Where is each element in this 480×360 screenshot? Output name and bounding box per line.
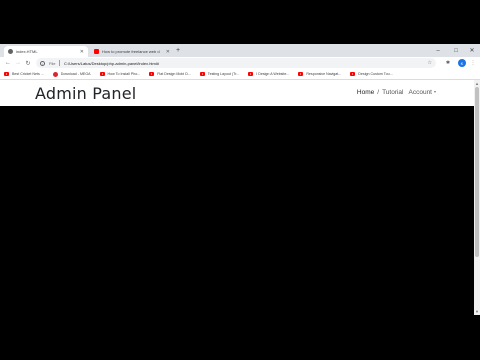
close-icon[interactable]: ✕ (166, 49, 170, 55)
scroll-thumb[interactable] (475, 87, 479, 257)
youtube-icon (298, 72, 304, 76)
bookmark-item[interactable]: Design Custom Tou... (350, 72, 393, 76)
menu-dots-icon[interactable]: ⋮ (469, 59, 477, 67)
bookmark-star-icon[interactable]: ☆ (428, 60, 432, 66)
globe-icon (8, 49, 13, 54)
bookmark-item[interactable]: Responsive Navigat... (298, 72, 341, 76)
caret-down-icon (434, 91, 436, 94)
bookmark-label: Flat Design Mobi D... (157, 72, 191, 76)
youtube-icon (94, 49, 99, 54)
browser-window: index.HTML ✕ How to promote freelance we… (0, 44, 480, 315)
bookmark-item[interactable]: Flat Design Mobi D... (149, 72, 191, 76)
info-icon[interactable]: i (40, 60, 45, 66)
brand-title[interactable]: Admin Panel (35, 84, 136, 103)
page-scrollbar[interactable]: ▲ ▼ (474, 80, 480, 315)
bookmark-label: I Design A Website... (256, 72, 290, 76)
divider (59, 60, 61, 66)
tab-index-html[interactable]: index.HTML ✕ (4, 46, 88, 57)
youtube-icon (149, 72, 155, 76)
youtube-icon (350, 72, 356, 76)
scroll-down-arrow-icon[interactable]: ▼ (475, 309, 479, 314)
reload-icon[interactable]: ↻ (23, 58, 33, 68)
bookmark-label: Download - MEGA (60, 72, 91, 76)
page-content: Admin Panel Home / Tutorial Account (0, 80, 474, 315)
close-window-button[interactable]: ✕ (463, 44, 480, 57)
youtube-icon (248, 72, 254, 76)
bookmark-label: Design Custom Tou... (358, 72, 393, 76)
nav-home-link[interactable]: Home (357, 89, 374, 96)
bookmark-item[interactable]: Download - MEGA (52, 71, 91, 77)
tab-title: index.HTML (16, 49, 38, 54)
nav-separator: / (377, 89, 380, 96)
bookmark-label: Testing Layout (Tr... (207, 72, 240, 76)
bookmarks-bar: Best Cricket Nets ... Download - MEGA Ho… (0, 69, 480, 80)
avatar[interactable]: K (458, 59, 466, 67)
back-arrow-icon[interactable]: ← (3, 58, 13, 68)
minimize-button[interactable]: – (429, 44, 447, 57)
nav-account-label: Account (408, 89, 433, 96)
nav-links: Home / Tutorial Account (354, 89, 436, 96)
url-scheme: File (49, 60, 56, 66)
mega-icon (52, 71, 58, 77)
bookmark-label: Best Cricket Nets ... (12, 72, 44, 76)
bookmark-label: Responsive Navigat... (306, 72, 342, 76)
bookmark-item[interactable]: Testing Layout (Tr... (199, 72, 240, 76)
new-tab-button[interactable]: + (176, 46, 180, 56)
bookmark-item[interactable]: How To Install Pho... (99, 72, 141, 76)
youtube-icon (199, 72, 205, 76)
bookmark-label: How To Install Pho... (107, 72, 141, 76)
youtube-icon (99, 72, 105, 76)
youtube-icon (4, 72, 9, 76)
tab-strip: index.HTML ✕ How to promote freelance we… (0, 44, 480, 57)
extensions-icon[interactable]: ✱ (444, 59, 452, 67)
site-navbar: Admin Panel Home / Tutorial Account (0, 80, 474, 106)
nav-account-dropdown[interactable]: Account (408, 89, 436, 96)
tab-how-to-promote[interactable]: How to promote freelance web d ✕ (90, 46, 174, 57)
tab-title: How to promote freelance web d (102, 49, 160, 54)
browser-toolbar: ← → ↻ i File C:/Users/Latus/Desktop/php-… (0, 57, 480, 69)
scroll-up-arrow-icon[interactable]: ▲ (475, 81, 479, 86)
close-icon[interactable]: ✕ (80, 49, 84, 55)
bookmark-item[interactable]: Best Cricket Nets ... (4, 72, 44, 76)
bookmark-item[interactable]: I Design A Website... (248, 72, 289, 76)
nav-tutorial-link[interactable]: Tutorial (382, 89, 403, 96)
forward-arrow-icon[interactable]: → (13, 58, 23, 68)
address-bar[interactable]: i File C:/Users/Latus/Desktop/php-admin-… (36, 58, 436, 68)
url-text: C:/Users/Latus/Desktop/php-admin-panel/i… (64, 60, 159, 66)
